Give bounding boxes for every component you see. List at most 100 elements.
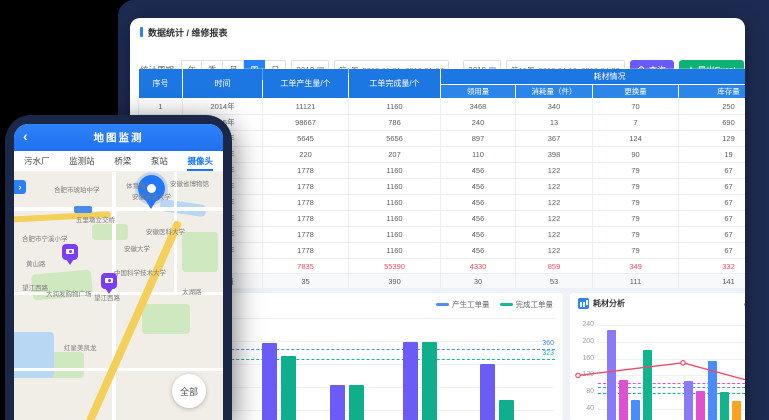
chevron-right-icon[interactable]: › — [14, 180, 26, 194]
map-label: 红星美凯龙 — [64, 342, 97, 352]
legend-label: 产生工单量 — [452, 299, 490, 310]
table-cell: 79 — [593, 163, 679, 179]
table-cell: 70 — [593, 99, 679, 115]
table-cell: 1778 — [263, 163, 349, 179]
back-icon[interactable]: ‹ — [23, 128, 28, 144]
map-label: 体育场 — [126, 180, 146, 190]
table-cell: 98667 — [263, 115, 349, 131]
tab-泵站[interactable]: 泵站 — [151, 151, 168, 171]
table-row: 12014年111211160346834070250 — [139, 99, 746, 115]
table-cell: 129 — [679, 131, 746, 147]
phone-frame: ‹ 地图监测 污水厂监测站桥梁泵站摄像头 — [5, 115, 232, 420]
bar — [607, 330, 616, 420]
bar — [480, 364, 495, 420]
y-tick-label: 40 — [572, 405, 594, 412]
tab-监测站[interactable]: 监测站 — [69, 151, 95, 171]
tab-污水厂[interactable]: 污水厂 — [24, 151, 50, 171]
table-cell: 690 — [679, 115, 746, 131]
table-cell: 7 — [593, 115, 679, 131]
table-cell: 1160 — [349, 243, 441, 259]
table-cell: 859 — [516, 259, 593, 274]
map-park — [92, 224, 128, 240]
consumable-chart-card: 耗材分析 2402001601208040 — [570, 293, 745, 420]
bar — [708, 361, 717, 420]
group-header: 耗材情况 — [441, 69, 746, 85]
map-label: 合肥市宁溪小学 — [22, 233, 68, 243]
camera-pin-icon[interactable] — [62, 244, 78, 260]
table-cell: 122 — [516, 211, 593, 227]
table-cell: 4330 — [441, 259, 516, 274]
table-cell: 1160 — [349, 195, 441, 211]
table-cell: 1160 — [349, 211, 441, 227]
bar — [330, 385, 345, 420]
table-cell: 2014年 — [183, 99, 263, 115]
trend-line — [570, 293, 745, 420]
map-label: 大润发购物广场 — [46, 288, 92, 298]
map-label: 望江西路 — [94, 292, 120, 302]
map-label: 合肥市琥珀中学 — [54, 184, 100, 194]
table-cell: 79 — [593, 243, 679, 259]
table-cell: 786 — [349, 115, 441, 131]
tab-桥梁[interactable]: 桥梁 — [114, 151, 131, 171]
table-cell: 79 — [593, 195, 679, 211]
bar — [403, 342, 418, 420]
all-button[interactable]: 全部 — [172, 374, 206, 408]
table-cell: 1160 — [349, 99, 441, 115]
table-cell: 1778 — [263, 243, 349, 259]
table-cell: 122 — [516, 227, 593, 243]
table-cell: 1778 — [263, 227, 349, 243]
legend-item[interactable]: 完成工单量 — [500, 299, 554, 310]
bar — [720, 392, 729, 420]
table-cell: 340 — [516, 99, 593, 115]
phone-header: ‹ 地图监测 — [14, 124, 223, 151]
table-row: 22015年98667786240137690 — [139, 115, 746, 131]
table-cell: 456 — [441, 179, 516, 195]
breadcrumb: 数据统计 / 维修报表 — [140, 25, 228, 39]
gridline — [598, 359, 745, 360]
table-cell: 1160 — [349, 179, 441, 195]
table-cell: 13 — [516, 115, 593, 131]
table-cell: 456 — [441, 163, 516, 179]
sub-header: 库存量 — [679, 85, 746, 99]
map-label: 望江西路 — [22, 282, 48, 292]
table-cell: 141 — [679, 274, 746, 289]
map-label: 安徽省博物馆 — [170, 178, 209, 188]
table-cell: 1778 — [263, 179, 349, 195]
map-road — [14, 207, 223, 211]
map-label: 中国科学技术大学 — [114, 267, 166, 277]
table-cell: 1160 — [349, 227, 441, 243]
bar — [349, 385, 364, 420]
table-cell: 122 — [516, 243, 593, 259]
table-cell: 332 — [679, 259, 746, 274]
table-cell: 110 — [441, 147, 516, 163]
legend-stub — [744, 303, 745, 306]
y-tick-label: 240 — [572, 321, 594, 328]
table-cell: 122 — [516, 179, 593, 195]
bar — [696, 391, 705, 420]
phone-tabs: 污水厂监测站桥梁泵站摄像头 — [14, 151, 223, 172]
map-label: 五里墩立交桥 — [76, 214, 115, 224]
table-cell: 3468 — [441, 99, 516, 115]
table-cell: 30 — [441, 274, 516, 289]
map[interactable]: › 全部 合肥市琥珀中学体育场安徽农业大学安徽省博物馆五里墩立交桥安徽医科大学合… — [14, 172, 223, 420]
table-cell: 67 — [679, 243, 746, 259]
table-cell: 124 — [593, 131, 679, 147]
chart-icon — [578, 298, 589, 309]
col-header: 工单产生量/个 — [263, 69, 349, 99]
gridline — [598, 342, 745, 343]
legend-item[interactable]: 产生工单量 — [436, 299, 490, 310]
table-cell: 67 — [679, 163, 746, 179]
bar — [684, 381, 693, 420]
legend-swatch-icon — [500, 303, 513, 306]
table-cell: 390 — [349, 274, 441, 289]
table-cell: 122 — [516, 163, 593, 179]
table-cell: 53 — [516, 274, 593, 289]
table-cell: 456 — [441, 227, 516, 243]
table-cell: 7835 — [263, 259, 349, 274]
table-cell: 79 — [593, 211, 679, 227]
bar — [732, 401, 741, 420]
tab-摄像头[interactable]: 摄像头 — [187, 151, 213, 171]
bar — [262, 343, 277, 420]
bar — [281, 356, 296, 420]
map-park — [182, 232, 218, 272]
